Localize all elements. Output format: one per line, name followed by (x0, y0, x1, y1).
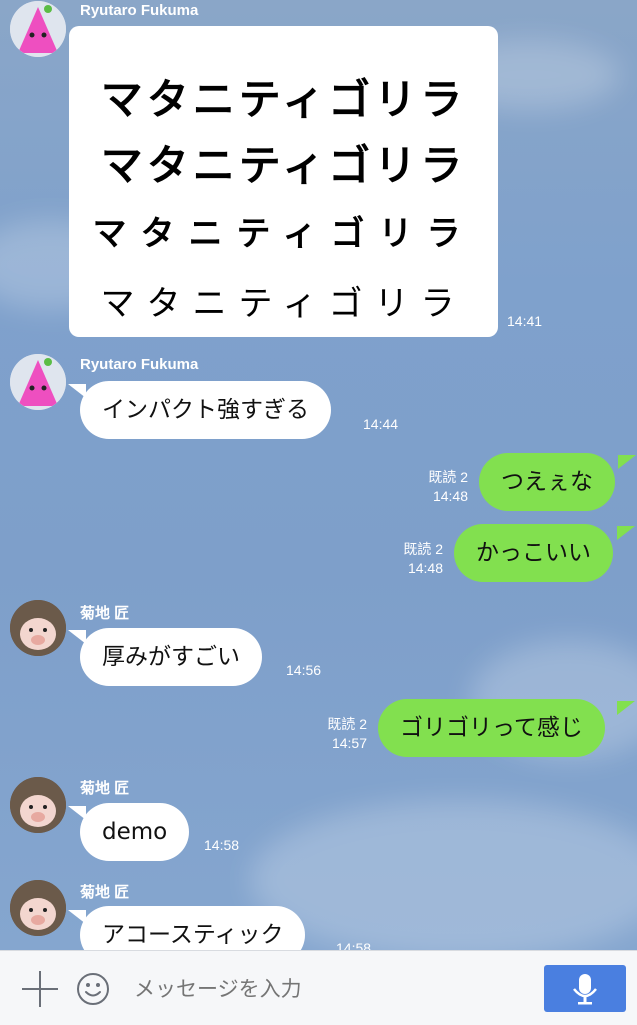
message-bubble[interactable]: 厚みがすごい (80, 628, 262, 686)
avatar[interactable] (10, 777, 66, 833)
bubble-tail (617, 526, 635, 540)
read-receipt: 既読 2 14:48 (410, 468, 468, 506)
pig-photo-icon (10, 777, 66, 833)
sender-name: 菊地 匠 (80, 780, 130, 797)
sticker-message[interactable]: マタニティゴリラ マタニティゴリラ マタニティゴリラ マタニティゴリラ (69, 26, 498, 337)
read-count: 既読 2 (428, 469, 468, 485)
message-bubble[interactable]: アコースティック (80, 906, 306, 950)
plus-icon[interactable] (22, 971, 58, 1007)
message-time: 14:57 (331, 735, 367, 751)
message-time: 14:44 (363, 416, 399, 432)
message-bubble[interactable]: インパクト強すぎる (80, 381, 331, 439)
avatar[interactable] (10, 600, 66, 656)
chat-area[interactable]: Ryutaro Fukuma マタニティゴリラ マタニティゴリラ マタニティゴリ… (0, 0, 637, 950)
message-bubble[interactable]: つえぇな (479, 453, 615, 511)
avatar[interactable] (10, 1, 66, 57)
sticker-text-line: マタニティゴリラ (92, 214, 475, 254)
message-time: 14:58 (204, 837, 240, 853)
read-count: 既読 2 (403, 541, 443, 557)
message-bubble[interactable]: demo (80, 803, 190, 861)
bubble-tail (617, 701, 635, 715)
sticker-text-line: マタニティゴリラ (100, 75, 467, 124)
sticker-text-line: マタニティゴリラ (100, 284, 467, 324)
message-bubble[interactable]: かっこいい (454, 524, 613, 582)
voice-button[interactable] (544, 965, 626, 1012)
pink-character-icon (10, 354, 66, 410)
sticker-text-line: マタニティゴリラ (100, 141, 467, 190)
message-time: 14:58 (336, 940, 372, 950)
background-cloud (250, 800, 637, 950)
sender-name: Ryutaro Fukuma (80, 2, 199, 19)
pink-character-icon (10, 1, 66, 57)
message-bubble[interactable]: ゴリゴリって感じ (378, 699, 605, 757)
pig-photo-icon (10, 880, 66, 936)
microphone-icon (573, 974, 597, 1005)
smiley-icon[interactable] (76, 972, 110, 1006)
message-time: 14:48 (407, 560, 443, 576)
avatar[interactable] (10, 354, 66, 410)
read-receipt: 既読 2 14:57 (309, 715, 367, 753)
avatar[interactable] (10, 880, 66, 936)
read-receipt: 既読 2 14:48 (385, 540, 443, 578)
sender-name: Ryutaro Fukuma (80, 356, 199, 373)
bubble-tail (618, 455, 636, 469)
message-time: 14:48 (432, 488, 468, 504)
message-time: 14:41 (507, 313, 543, 329)
read-count: 既読 2 (327, 716, 367, 732)
sender-name: 菊地 匠 (80, 884, 130, 901)
sender-name: 菊地 匠 (80, 605, 130, 622)
message-input[interactable] (132, 964, 526, 1014)
message-time: 14:56 (286, 662, 322, 678)
pig-photo-icon (10, 600, 66, 656)
